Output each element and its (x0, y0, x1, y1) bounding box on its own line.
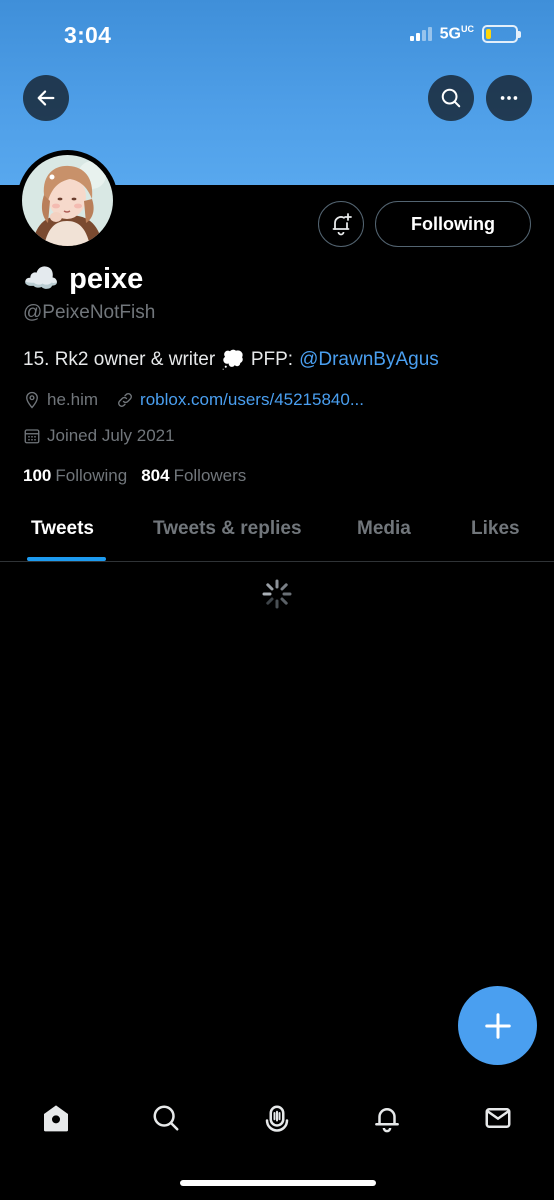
website-link[interactable]: roblox.com/users/45215840... (140, 390, 364, 410)
profile-name: ☁️ peixe (23, 262, 143, 296)
network-type: 5GUC (439, 24, 474, 43)
search-icon (441, 88, 461, 108)
tab-tweets[interactable]: Tweets (31, 518, 94, 540)
status-time: 3:04 (64, 22, 112, 48)
profile-meta: he.him roblox.com/users/45215840... (23, 390, 382, 410)
bio-mention-link[interactable]: @DrawnByAgus (299, 349, 439, 371)
avatar[interactable] (17, 150, 118, 251)
website-item[interactable]: roblox.com/users/45215840... (116, 390, 364, 410)
calendar-icon (24, 429, 40, 444)
joined-text: Joined July 2021 (47, 426, 175, 445)
followers-label: Followers (173, 466, 247, 485)
battery-icon (482, 24, 521, 43)
location-pin-icon (26, 391, 38, 409)
following-label: Following (55, 466, 128, 485)
nav-home[interactable] (36, 1098, 76, 1138)
nav-search[interactable] (146, 1098, 186, 1138)
cloud-emoji: ☁️ (23, 263, 60, 295)
status-indicators: 5GUC (409, 24, 521, 43)
profile-bio: 15. Rk2 owner & writer 💭 PFP: @DrawnByAg… (23, 348, 439, 372)
spaces-icon (265, 1105, 289, 1132)
bell-plus-icon (332, 213, 352, 236)
profile-handle: @PeixeNotFish (23, 302, 156, 323)
loading-spinner-icon (262, 579, 292, 609)
profile-tabs: Tweets Tweets & replies Media Likes (0, 500, 554, 562)
nav-messages[interactable] (478, 1098, 518, 1138)
location-text: he.him (47, 390, 99, 409)
notify-button[interactable] (318, 201, 364, 247)
followers-stat[interactable]: 804 Followers (141, 466, 246, 486)
nav-notifications[interactable] (367, 1098, 407, 1138)
compose-tweet-button[interactable] (458, 986, 537, 1065)
signal-icon (409, 26, 432, 41)
tab-likes[interactable]: Likes (471, 518, 520, 540)
search-button[interactable] (428, 75, 474, 121)
nav-spaces[interactable] (257, 1098, 297, 1138)
location-item: he.him (23, 390, 98, 410)
thought-bubble-emoji: 💭 (221, 350, 245, 371)
back-button[interactable] (23, 75, 69, 121)
search-icon (153, 1105, 179, 1131)
tab-media[interactable]: Media (357, 518, 411, 540)
bio-pfp-label: PFP: (250, 349, 294, 370)
avatar-illustration (22, 155, 113, 246)
following-count: 100 (23, 466, 52, 485)
more-horizontal-icon (500, 96, 518, 100)
plus-icon (484, 1012, 511, 1039)
follow-stats: 100 Following 804 Followers (23, 466, 246, 486)
active-tab-indicator (27, 557, 106, 561)
home-indicator (180, 1180, 376, 1186)
more-button[interactable] (486, 75, 532, 121)
bio-text: 15. Rk2 owner & writer (23, 349, 216, 370)
arrow-left-icon (37, 90, 55, 106)
messages-icon (485, 1108, 511, 1128)
link-icon (118, 393, 132, 407)
followers-count: 804 (141, 466, 170, 485)
display-name: peixe (69, 262, 144, 295)
following-stat[interactable]: 100 Following (23, 466, 127, 486)
notifications-icon (375, 1108, 399, 1133)
following-button[interactable]: Following (375, 201, 531, 247)
home-icon (44, 1105, 68, 1132)
joined-date: Joined July 2021 (23, 426, 175, 446)
tab-tweets-replies[interactable]: Tweets & replies (153, 518, 302, 540)
bottom-nav (0, 1080, 554, 1160)
